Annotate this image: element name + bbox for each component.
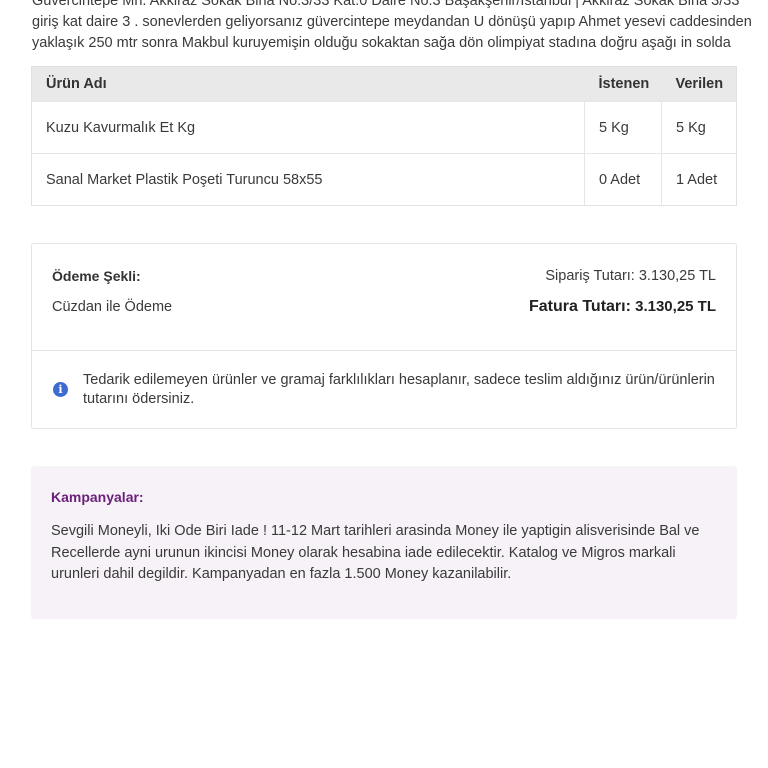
delivery-address: Güvercintepe Mh. Akkiraz Sokak Bina No:3… bbox=[32, 0, 752, 54]
payment-method-label: Ödeme Şekli: bbox=[52, 268, 141, 284]
address-line: giriş kat daire 3 . sonevlerden geliyors… bbox=[32, 14, 752, 30]
product-name: Sanal Market Plastik Poşeti Turuncu 58x5… bbox=[31, 153, 585, 206]
address-line: Güvercintepe Mh. Akkiraz Sokak Bina No:3… bbox=[32, 0, 740, 9]
product-table: Ürün Adı İstenen Verilen Kuzu Kavurmalık… bbox=[31, 66, 737, 206]
requested-qty: 0 Adet bbox=[584, 153, 662, 206]
table-row: Kuzu Kavurmalık Et Kg 5 Kg 5 Kg bbox=[31, 101, 737, 154]
table-row: Sanal Market Plastik Poşeti Turuncu 58x5… bbox=[31, 153, 737, 206]
invoice-total-label: Fatura Tutarı: bbox=[529, 298, 631, 315]
header-requested: İstenen bbox=[584, 66, 662, 102]
header-given: Verilen bbox=[661, 66, 737, 102]
table-header-row: Ürün Adı İstenen Verilen bbox=[31, 66, 737, 102]
address-line: yaklaşık 250 mtr sonra Makbul kuruyemişi… bbox=[32, 35, 731, 51]
requested-qty: 5 Kg bbox=[584, 101, 662, 154]
invoice-total: Fatura Tutarı: 3.130,25 TL bbox=[529, 298, 716, 316]
campaign-box: Kampanyalar: Sevgili Moneyli, Iki Ode Bi… bbox=[31, 466, 737, 619]
campaign-title: Kampanyalar: bbox=[51, 489, 144, 505]
info-icon: i bbox=[53, 382, 68, 397]
order-total: Sipariş Tutarı: 3.130,25 TL bbox=[545, 268, 716, 284]
payment-details: Ödeme Şekli: Cüzdan ile Ödeme Sipariş Tu… bbox=[32, 244, 736, 351]
given-qty: 5 Kg bbox=[661, 101, 737, 154]
payment-method-value: Cüzdan ile Ödeme bbox=[52, 299, 173, 315]
header-product-name: Ürün Adı bbox=[31, 66, 585, 102]
payment-info-note: i Tedarik edilemeyen ürünler ve gramaj f… bbox=[32, 351, 736, 429]
given-qty: 1 Adet bbox=[661, 153, 737, 206]
product-name: Kuzu Kavurmalık Et Kg bbox=[31, 101, 585, 154]
campaign-text: Sevgili Moneyli, Iki Ode Biri Iade ! 11-… bbox=[51, 523, 700, 582]
payment-summary: Ödeme Şekli: Cüzdan ile Ödeme Sipariş Tu… bbox=[31, 243, 737, 429]
info-text: Tedarik edilemeyen ürünler ve gramaj far… bbox=[83, 372, 715, 407]
invoice-total-value: 3.130,25 TL bbox=[635, 298, 716, 315]
